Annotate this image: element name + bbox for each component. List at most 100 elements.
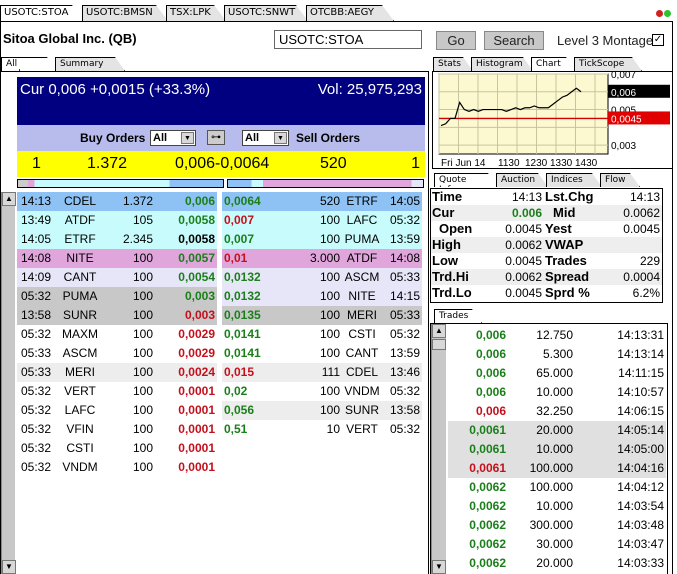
quote-value: 229 xyxy=(639,254,660,268)
trade-row[interactable]: 0,006 32.250 14:06:15 xyxy=(448,402,666,421)
search-button[interactable]: Search xyxy=(484,31,544,50)
trade-row[interactable]: 0,0061 100.000 14:04:16 xyxy=(448,459,666,478)
trade-price: 0,006 xyxy=(475,385,506,399)
sell-order-row[interactable]: 0,0064 520 ETRF 14:05 xyxy=(222,192,422,211)
quote-value: 0.006 xyxy=(511,206,542,220)
order-price: 0,007 xyxy=(224,213,255,227)
trade-row[interactable]: 0,006 5.300 14:13:14 xyxy=(448,345,666,364)
buy-order-row[interactable]: 13:58 SUNR 100 0,003 xyxy=(17,306,217,325)
trade-size: 10.000 xyxy=(536,442,573,456)
link-icon[interactable]: ⊶ xyxy=(207,130,225,145)
sell-order-row[interactable]: 0,02 100 VNDM 05:32 xyxy=(222,382,422,401)
tab-usotc-bmsn[interactable]: USOTC:BMSN xyxy=(82,5,168,21)
scroll-down-icon[interactable]: ▼ xyxy=(432,560,446,574)
orders-scrollbar[interactable]: ▲ ▼ xyxy=(1,192,16,574)
trade-time: 14:03:48 xyxy=(617,518,664,532)
trade-row[interactable]: 0,0061 20.000 14:05:14 xyxy=(448,421,666,440)
order-size: 100 xyxy=(132,460,153,474)
market-maker: ETRF xyxy=(64,232,96,246)
tab-histogram[interactable]: Histogram xyxy=(471,57,533,71)
tab-summary[interactable]: Summary xyxy=(55,57,125,71)
buy-order-row[interactable]: 14:08 NITE 100 0,0057 xyxy=(17,249,217,268)
quote-row: Cur 0.006 Mid 0.0062 xyxy=(431,205,662,221)
sell-order-row[interactable]: 0,0132 100 NITE 14:15 xyxy=(222,287,422,306)
market-maker: CSTI xyxy=(348,327,376,341)
scroll-thumb[interactable] xyxy=(432,339,446,350)
sell-order-row[interactable]: 0,015 111 CDEL 13:46 xyxy=(222,363,422,382)
sell-order-row[interactable]: 0,056 100 SUNR 13:58 xyxy=(222,401,422,420)
order-time: 14:09 xyxy=(21,270,52,284)
sell-order-row[interactable]: 0,0135 100 MERI 05:33 xyxy=(222,306,422,325)
tab-quote-info[interactable]: Quote Info xyxy=(434,173,498,187)
buy-order-row[interactable]: 14:05 ETRF 2.345 0,0058 xyxy=(17,230,217,249)
tab-usotc-snwt[interactable]: USOTC:SNWT xyxy=(224,5,308,21)
trade-row[interactable]: 0,0062 20.000 14:03:33 xyxy=(448,554,666,573)
quote-value: 0.0062 xyxy=(505,238,542,252)
scroll-up-icon[interactable]: ▲ xyxy=(2,192,16,206)
symbol-input[interactable]: USOTC:STOA xyxy=(274,30,422,49)
buy-order-row[interactable]: 14:09 CANT 100 0,0054 xyxy=(17,268,217,287)
quote-label: Mid xyxy=(553,205,576,220)
buy-order-row[interactable]: 13:49 ATDF 105 0,0058 xyxy=(17,211,217,230)
trade-size: 100.000 xyxy=(529,480,573,494)
order-time: 14:15 xyxy=(389,289,420,303)
level3-montage-checkbox[interactable]: ✓ xyxy=(652,34,664,46)
quote-value: 0.0045 xyxy=(505,286,542,300)
order-price: 0,0141 xyxy=(224,327,261,341)
buy-order-row[interactable]: 05:32 VFIN 100 0,0001 xyxy=(17,420,217,439)
trade-row[interactable]: 0,0062 10.000 14:03:54 xyxy=(448,497,666,516)
tab-usotc-stoa[interactable]: USOTC:STOA xyxy=(0,5,84,21)
trade-row[interactable]: 0,006 10.000 14:10:57 xyxy=(448,383,666,402)
sell-order-row[interactable]: 0,51 10 VERT 05:32 xyxy=(222,420,422,439)
order-price: 0,056 xyxy=(224,403,255,417)
tab-otcbb-aegy[interactable]: OTCBB:AEGY xyxy=(306,5,394,21)
tab-tickscope[interactable]: TickScope xyxy=(574,57,642,71)
trades-scrollbar[interactable]: ▲ ▼ xyxy=(431,324,446,574)
sell-order-row[interactable]: 0,007 100 PUMA 13:59 xyxy=(222,230,422,249)
trade-row[interactable]: 0,0062 300.000 14:03:48 xyxy=(448,516,666,535)
buy-order-row[interactable]: 05:33 MERI 100 0,0024 xyxy=(17,363,217,382)
close-dot-icon[interactable] xyxy=(656,10,663,17)
order-size: 100 xyxy=(132,384,153,398)
buy-order-row[interactable]: 05:32 LAFC 100 0,0001 xyxy=(17,401,217,420)
tab-tsx-lpk[interactable]: TSX:LPK xyxy=(166,5,226,21)
market-maker: PUMA xyxy=(344,232,380,246)
order-price: 0,007 xyxy=(224,232,255,246)
trade-size: 32.250 xyxy=(536,404,573,418)
sell-order-row[interactable]: 0,0141 100 CSTI 05:32 xyxy=(222,325,422,344)
sell-order-row[interactable]: 0,01 3.000 ATDF 14:08 xyxy=(222,249,422,268)
sell-order-row[interactable]: 0,0132 100 ASCM 05:33 xyxy=(222,268,422,287)
sell-order-row[interactable]: 0,007 100 LAFC 05:32 xyxy=(222,211,422,230)
buy-order-row[interactable]: 05:32 VNDM 100 0,0001 xyxy=(17,458,217,477)
buy-order-row[interactable]: 05:33 ASCM 100 0,0029 xyxy=(17,344,217,363)
trade-row[interactable]: 0,006 12.750 14:13:31 xyxy=(448,326,666,345)
sell-filter-select[interactable]: All ▼ xyxy=(242,130,289,146)
trade-row[interactable]: 0,0062 30.000 14:03:47 xyxy=(448,535,666,554)
trade-row[interactable]: 0,0062 100.000 14:04:12 xyxy=(448,478,666,497)
order-price: 0,0001 xyxy=(178,422,215,436)
market-maker: NITE xyxy=(66,251,94,265)
order-time: 05:32 xyxy=(389,327,420,341)
quote-row: Open 0.0045 Yest 0.0045 xyxy=(431,221,662,237)
order-size: 100 xyxy=(319,213,340,227)
trade-row[interactable]: 0,0061 10.000 14:05:00 xyxy=(448,440,666,459)
trade-price: 0,0062 xyxy=(469,518,506,532)
buy-order-row[interactable]: 14:13 CDEL 1.372 0,006 xyxy=(17,192,217,211)
buy-count: 1 xyxy=(32,155,41,172)
buy-filter-select[interactable]: All ▼ xyxy=(150,130,196,146)
scroll-up-icon[interactable]: ▲ xyxy=(432,324,446,338)
buy-order-row[interactable]: 05:32 VERT 100 0,0001 xyxy=(17,382,217,401)
buy-order-row[interactable]: 05:32 CSTI 100 0,0001 xyxy=(17,439,217,458)
buy-order-row[interactable]: 05:32 PUMA 100 0,003 xyxy=(17,287,217,306)
go-button[interactable]: Go xyxy=(436,31,476,50)
best-ask: -0,0064 xyxy=(215,155,270,172)
best-bid: 0,006 xyxy=(174,155,215,172)
trade-row[interactable]: 0,006 65.000 14:11:15 xyxy=(448,364,666,383)
order-price: 0,0054 xyxy=(178,270,215,284)
status-dot-icon[interactable] xyxy=(664,10,671,17)
buy-order-row[interactable]: 05:32 MAXM 100 0,0029 xyxy=(17,325,217,344)
scroll-down-icon[interactable]: ▼ xyxy=(2,560,16,574)
order-price: 0,0057 xyxy=(178,251,215,265)
sell-order-row[interactable]: 0,0141 100 CANT 13:59 xyxy=(222,344,422,363)
order-size: 100 xyxy=(319,384,340,398)
